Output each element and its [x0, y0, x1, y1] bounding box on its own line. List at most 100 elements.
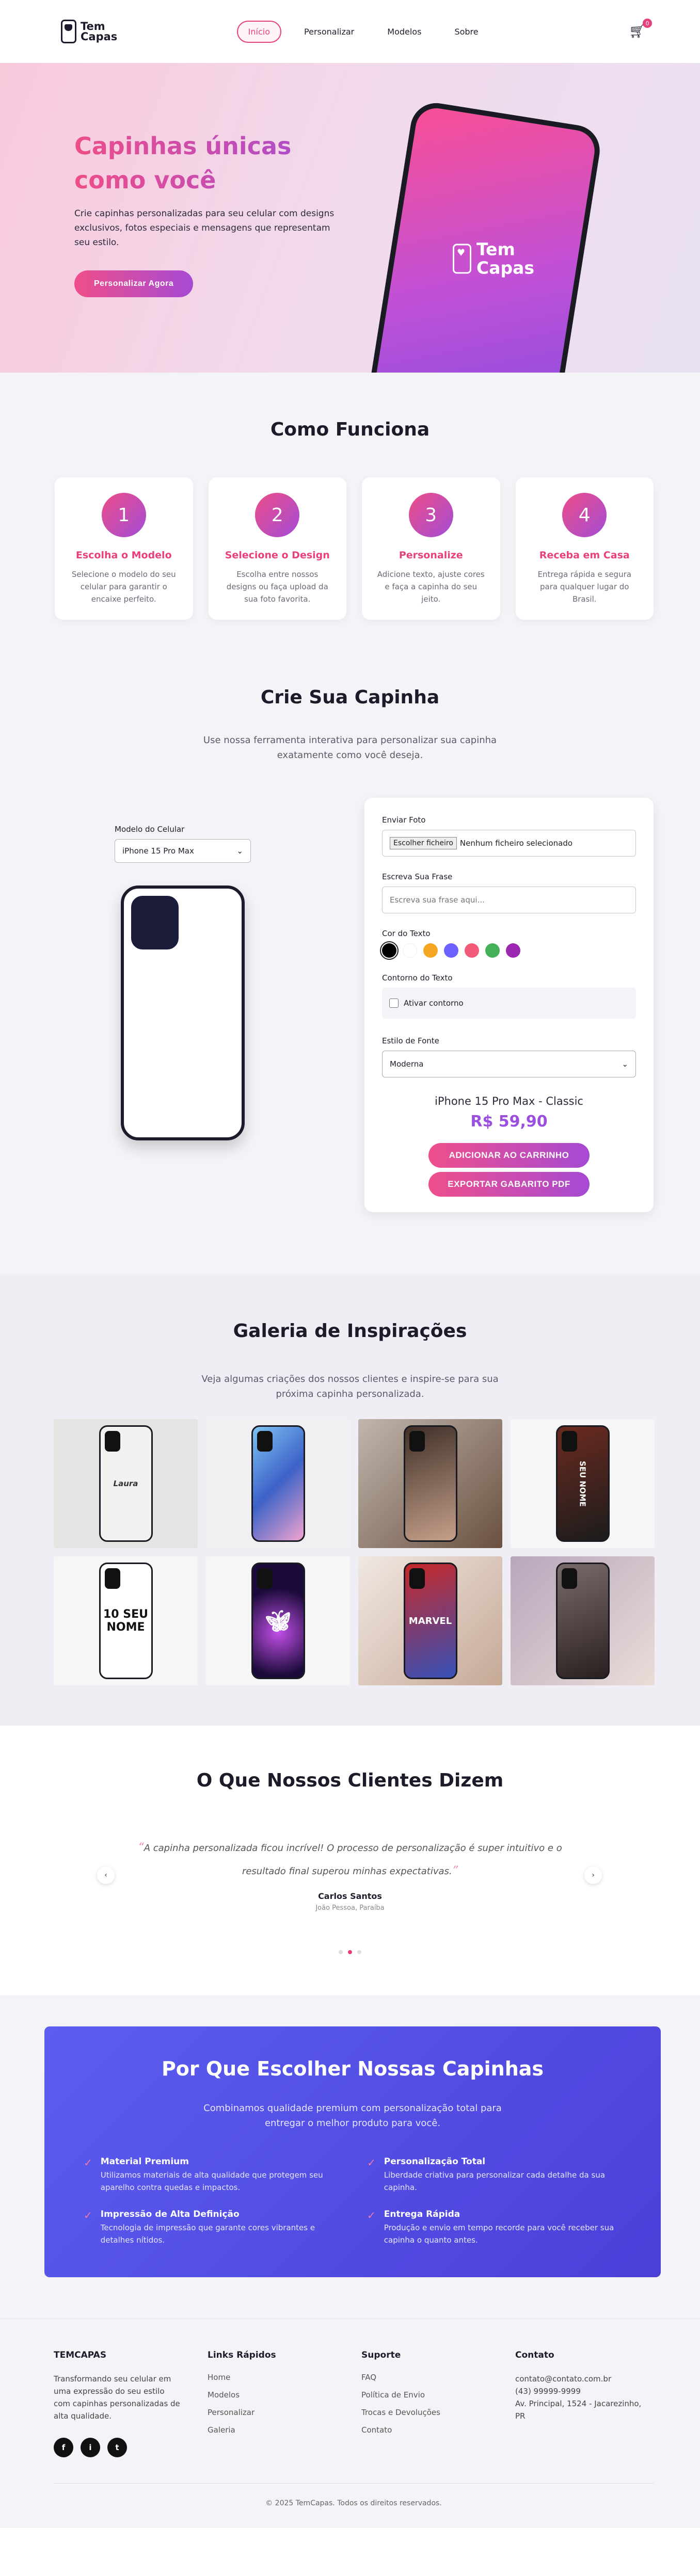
testimonial-quote: “A capinha personalizada ficou incrível!…	[123, 1837, 577, 1883]
gallery-image[interactable]: 🦋︎	[206, 1556, 350, 1685]
font-select[interactable]: Moderna ⌄	[382, 1051, 636, 1077]
logo[interactable]: Tem Capas	[61, 20, 117, 43]
color-swatches	[380, 941, 636, 960]
carousel-next-button[interactable]: ›	[584, 1866, 602, 1884]
check-icon: ✓	[84, 2156, 92, 2169]
instagram-icon[interactable]: i	[81, 2438, 100, 2457]
gallery-image[interactable]	[358, 1419, 502, 1548]
feature-item: ✓ Entrega Rápida Produção e envio em temp…	[367, 2209, 630, 2246]
footer-link-personalizar[interactable]: Personalizar	[208, 2408, 361, 2417]
testimonial-quote-text: A capinha personalizada ficou incrível! …	[144, 1843, 562, 1877]
add-to-cart-button[interactable]: ADICIONAR AO CARRINHO	[428, 1143, 590, 1168]
social-links: f i t	[54, 2438, 208, 2457]
step-title: Personalize	[399, 550, 463, 561]
nav-inicio[interactable]: Início	[236, 20, 282, 43]
footer-support-title: Suporte	[361, 2350, 401, 2360]
hero-phone-logo: Tem Capas	[453, 239, 535, 278]
camera-module	[131, 896, 179, 949]
color-swatch-black[interactable]	[380, 941, 399, 960]
color-swatch-blue[interactable]	[444, 943, 458, 958]
step-description: Entrega rápida e segura para qualquer lu…	[537, 570, 631, 604]
phrase-input[interactable]	[382, 887, 636, 913]
color-swatch-green[interactable]	[485, 943, 500, 958]
gallery-image[interactable]: Laura	[54, 1419, 198, 1548]
footer-link-returns[interactable]: Trocas e Devoluções	[361, 2408, 515, 2417]
phone-heart-icon	[453, 244, 472, 274]
footer-link-shipping[interactable]: Política de Envio	[361, 2390, 515, 2400]
product-name: iPhone 15 Pro Max - Classic	[435, 1095, 583, 1107]
step-number: 1	[101, 493, 146, 537]
step-card: 3 Personalize Adicione texto, ajuste cor…	[362, 477, 500, 620]
hero-text: Capinhas únicas como você Crie capinhas …	[74, 129, 343, 297]
footer-link-contact[interactable]: Contato	[361, 2425, 515, 2435]
footer-links: Links Rápidos Home Modelos Personalizar …	[208, 2350, 361, 2457]
carousel-dot-active[interactable]	[348, 1950, 352, 1954]
hero-phone-logo-line-2: Capas	[476, 257, 535, 278]
why-title: Por Que Escolher Nossas Capinhas	[161, 2057, 544, 2080]
feature-item: ✓ Impressão de Alta Definição Tecnologia …	[84, 2209, 346, 2246]
twitter-icon[interactable]: t	[107, 2438, 127, 2457]
feature-title: Impressão de Alta Definição	[100, 2209, 240, 2219]
gallery-image[interactable]: MARVEL	[358, 1556, 502, 1685]
model-select[interactable]: iPhone 15 Pro Max ⌄	[115, 839, 251, 863]
main-nav: Início Personalizar Modelos Sobre	[236, 20, 489, 43]
choose-file-button[interactable]: Escolher ficheiro	[390, 837, 457, 849]
gallery-grid: Laura SEU NOME 10 SEU NOME 🦋︎ MARVEL	[0, 1419, 700, 1685]
case-image: SEU NOME	[555, 1425, 610, 1542]
cart-count-badge: 0	[643, 19, 652, 28]
footer-link-modelos[interactable]: Modelos	[208, 2390, 361, 2400]
phone-case-preview	[121, 886, 245, 1140]
color-swatch-white[interactable]	[403, 943, 417, 958]
hero-phone-logo-line-1: Tem	[476, 239, 515, 260]
photo-file-input[interactable]: Escolher ficheiro Nenhum ficheiro seleci…	[382, 830, 636, 857]
why-card: Por Que Escolher Nossas Capinhas Combina…	[44, 2026, 661, 2277]
case-image: 🦋︎	[251, 1563, 305, 1679]
personalize-now-button[interactable]: Personalizar Agora	[74, 270, 194, 297]
gallery-image[interactable]: 10 SEU NOME	[54, 1556, 198, 1685]
testimonial-author: Carlos Santos	[318, 1891, 382, 1901]
check-icon: ✓	[367, 2209, 376, 2221]
outline-toggle[interactable]: Ativar contorno	[382, 988, 636, 1019]
feature-item: ✓ Material Premium Utilizamos materiais d…	[84, 2156, 346, 2194]
footer-link-home[interactable]: Home	[208, 2373, 361, 2382]
file-status: Nenhum ficheiro selecionado	[459, 839, 573, 848]
carousel-prev-button[interactable]: ‹	[97, 1866, 115, 1884]
create-title: Crie Sua Capinha	[260, 687, 440, 708]
why-section: Por Que Escolher Nossas Capinhas Combina…	[0, 1995, 700, 2319]
footer-support: Suporte FAQ Política de Envio Trocas e D…	[361, 2350, 515, 2457]
color-swatch-purple[interactable]	[506, 943, 520, 958]
facebook-icon[interactable]: f	[54, 2438, 73, 2457]
carousel-dot[interactable]	[357, 1950, 361, 1954]
hero-phone-image: Tem Capas	[367, 99, 603, 373]
footer-link-galeria[interactable]: Galeria	[208, 2425, 361, 2435]
gallery-section: Galeria de Inspirações Veja algumas cria…	[0, 1274, 700, 1726]
footer-contact-title: Contato	[515, 2350, 554, 2360]
create-subtitle: Use nossa ferramenta interativa para per…	[203, 735, 497, 761]
chevron-down-icon: ⌄	[622, 1059, 628, 1069]
cart-button[interactable]: 🛒︎ 0	[629, 19, 652, 39]
nav-personalizar[interactable]: Personalizar	[294, 22, 364, 42]
color-swatch-orange[interactable]	[423, 943, 438, 958]
testimonial-location: João Pessoa, Paraíba	[315, 1904, 385, 1912]
testimonials-section: O Que Nossos Clientes Dizem “A capinha p…	[0, 1726, 700, 1995]
step-number: 3	[408, 493, 453, 537]
nav-modelos[interactable]: Modelos	[377, 22, 432, 42]
carousel-dot[interactable]	[339, 1950, 343, 1954]
model-select-value: iPhone 15 Pro Max	[122, 846, 194, 856]
close-quote-icon: ”	[452, 1864, 458, 1877]
feature-item: ✓ Personalização Total Liberdade criativa…	[367, 2156, 630, 2194]
color-swatch-pink[interactable]	[465, 943, 479, 958]
chevron-left-icon: ‹	[104, 1871, 107, 1879]
contact-phone: (43) 99999-9999	[515, 2387, 581, 2396]
gallery-image[interactable]: SEU NOME	[511, 1419, 655, 1548]
contact-email[interactable]: contato@contato.com.br	[515, 2373, 644, 2385]
footer-about-text: Transformando seu celular em uma express…	[54, 2374, 180, 2421]
footer-columns: TEMCAPAS Transformando seu celular em um…	[54, 2350, 654, 2457]
gallery-image[interactable]	[206, 1419, 350, 1548]
gallery-image[interactable]	[511, 1556, 655, 1685]
outline-checkbox[interactable]	[389, 999, 399, 1008]
footer-link-faq[interactable]: FAQ	[361, 2373, 515, 2382]
nav-sobre[interactable]: Sobre	[444, 22, 488, 42]
logo-line-2: Capas	[81, 30, 118, 43]
export-pdf-button[interactable]: EXPORTAR GABARITO PDF	[428, 1172, 590, 1197]
